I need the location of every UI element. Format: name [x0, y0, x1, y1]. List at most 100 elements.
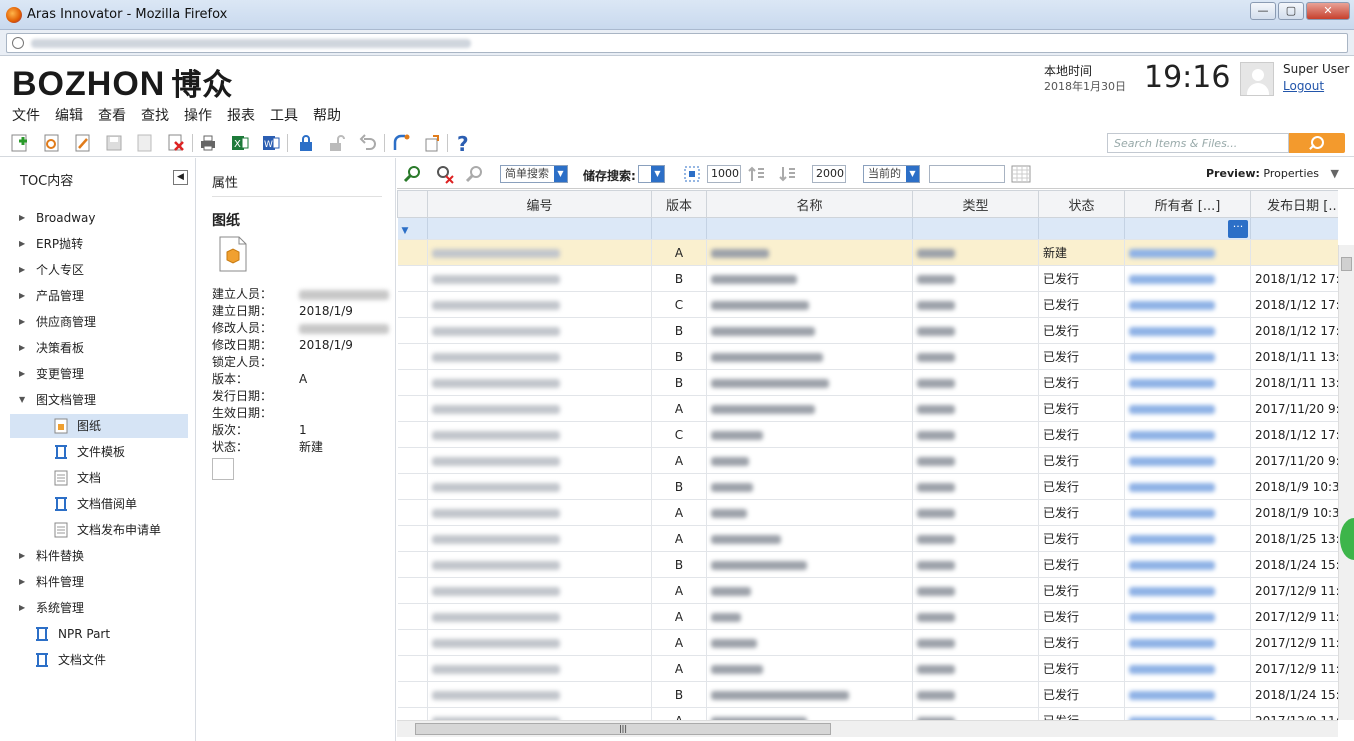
state-cell[interactable]: 已发行 [1038, 343, 1125, 370]
owner-cell[interactable] [1124, 265, 1251, 292]
row-selector-cell[interactable] [397, 499, 428, 526]
menu-edit[interactable]: 编辑 [55, 106, 83, 128]
toc-item-file-template[interactable]: 文件模板 [10, 440, 188, 464]
owner-cell[interactable] [1124, 395, 1251, 422]
release-date-cell[interactable]: 2017/12/9 11: [1250, 655, 1338, 682]
toc-item-npr-part[interactable]: NPR Part [10, 622, 188, 646]
search-button[interactable] [1289, 133, 1345, 153]
release-date-cell[interactable]: 2017/12/9 11: [1250, 603, 1338, 630]
table-row[interactable]: A 已发行 2018/1/25 13: [397, 525, 1338, 552]
state-cell[interactable]: 已发行 [1038, 707, 1125, 720]
number-cell[interactable] [427, 499, 652, 526]
toc-item-part-replace[interactable]: ▶ 料件替换 [10, 544, 188, 568]
table-row[interactable]: A 已发行 2017/12/9 11: [397, 655, 1338, 682]
filter-cell[interactable] [1250, 217, 1338, 240]
toc-item-part-manage[interactable]: ▶ 料件管理 [10, 570, 188, 594]
state-cell[interactable]: 已发行 [1038, 369, 1125, 396]
release-date-cell[interactable]: 2018/1/11 13: [1250, 369, 1338, 396]
owner-cell[interactable] [1124, 317, 1251, 344]
owner-cell[interactable] [1124, 369, 1251, 396]
row-selector-cell[interactable] [397, 369, 428, 396]
name-cell[interactable] [706, 265, 913, 292]
revision-cell[interactable]: C [651, 421, 707, 448]
release-date-cell[interactable]: 2018/1/25 13: [1250, 525, 1338, 552]
table-row[interactable]: A 已发行 2017/11/20 9: [397, 447, 1338, 474]
unlock-icon[interactable] [327, 133, 347, 153]
release-date-cell[interactable]: 2017/12/9 11: [1250, 707, 1338, 720]
excel-icon[interactable]: X [230, 133, 250, 153]
vertical-scrollbar[interactable] [1338, 245, 1354, 720]
number-cell[interactable] [427, 317, 652, 344]
owner-cell[interactable] [1124, 421, 1251, 448]
state-cell[interactable]: 新建 [1038, 239, 1125, 266]
release-date-cell[interactable]: 2018/1/11 13: [1250, 343, 1338, 370]
type-cell[interactable] [912, 629, 1039, 656]
owner-cell[interactable] [1124, 525, 1251, 552]
max-results-input[interactable]: 2000 [812, 165, 846, 183]
name-cell[interactable] [706, 551, 913, 578]
number-cell[interactable] [427, 265, 652, 292]
clear-search-icon[interactable] [434, 164, 454, 184]
toc-item-change[interactable]: ▶ 变更管理 [10, 362, 188, 386]
col-header-owner[interactable]: 所有者 [...] [1124, 190, 1251, 218]
toc-item-document[interactable]: 文档 [10, 466, 188, 490]
menu-tools[interactable]: 工具 [270, 106, 298, 128]
row-selector-cell[interactable] [397, 265, 428, 292]
type-cell[interactable] [912, 473, 1039, 500]
menu-help[interactable]: 帮助 [313, 106, 341, 128]
type-cell[interactable] [912, 577, 1039, 604]
revision-cell[interactable]: A [651, 525, 707, 552]
maximize-button[interactable]: ▢ [1278, 2, 1304, 20]
row-selector-cell[interactable] [397, 421, 428, 448]
name-cell[interactable] [706, 655, 913, 682]
select-all-icon[interactable] [682, 164, 702, 184]
name-cell[interactable] [706, 421, 913, 448]
table-row[interactable]: B 已发行 2018/1/24 15: [397, 551, 1338, 578]
type-cell[interactable] [912, 707, 1039, 720]
revision-cell[interactable]: B [651, 473, 707, 500]
row-selector-cell[interactable] [397, 473, 428, 500]
revision-cell[interactable]: B [651, 551, 707, 578]
name-cell[interactable] [706, 343, 913, 370]
revision-cell[interactable]: A [651, 577, 707, 604]
toc-item-release-request[interactable]: 文档发布申请单 [10, 518, 188, 542]
state-cell[interactable]: 已发行 [1038, 421, 1125, 448]
toc-item-doc-file[interactable]: 文档文件 [10, 648, 188, 672]
name-cell[interactable] [706, 603, 913, 630]
release-date-cell[interactable]: 2018/1/12 17: [1250, 265, 1338, 292]
delete-icon[interactable] [166, 133, 186, 153]
number-cell[interactable] [427, 603, 652, 630]
row-selector-cell[interactable] [397, 447, 428, 474]
table-row[interactable]: A 已发行 2017/12/9 11: [397, 577, 1338, 604]
horizontal-scrollbar[interactable]: ||| [397, 720, 1338, 737]
number-cell[interactable] [427, 447, 652, 474]
owner-cell[interactable] [1124, 577, 1251, 604]
row-selector-cell[interactable] [397, 577, 428, 604]
release-date-cell[interactable]: 2018/1/9 10:3 [1250, 499, 1338, 526]
menu-file[interactable]: 文件 [12, 106, 40, 128]
owner-cell[interactable] [1124, 499, 1251, 526]
number-cell[interactable] [427, 655, 652, 682]
state-cell[interactable]: 已发行 [1038, 473, 1125, 500]
preview-selector[interactable]: Preview: Properties ▼ [1206, 167, 1339, 180]
save-close-icon[interactable] [135, 133, 155, 153]
name-cell[interactable] [706, 369, 913, 396]
state-cell[interactable]: 已发行 [1038, 291, 1125, 318]
toc-item-docs[interactable]: ▼ 图文档管理 [10, 388, 188, 412]
release-date-cell[interactable]: 2018/1/24 15: [1250, 551, 1338, 578]
revision-cell[interactable]: A [651, 629, 707, 656]
scroll-thumb[interactable]: ||| [415, 723, 831, 735]
revision-cell[interactable]: A [651, 655, 707, 682]
col-header-state[interactable]: 状态 [1038, 190, 1125, 218]
saved-search-select[interactable]: ▼ [638, 165, 665, 183]
toc-item-drawing[interactable]: 图纸 [10, 414, 188, 438]
state-cell[interactable]: 已发行 [1038, 395, 1125, 422]
menu-find[interactable]: 查找 [141, 106, 169, 128]
number-cell[interactable] [427, 473, 652, 500]
state-cell[interactable]: 已发行 [1038, 525, 1125, 552]
type-cell[interactable] [912, 499, 1039, 526]
owner-cell[interactable] [1124, 473, 1251, 500]
type-cell[interactable] [912, 603, 1039, 630]
name-cell[interactable] [706, 577, 913, 604]
table-row[interactable]: C 已发行 2018/1/12 17: [397, 291, 1338, 318]
